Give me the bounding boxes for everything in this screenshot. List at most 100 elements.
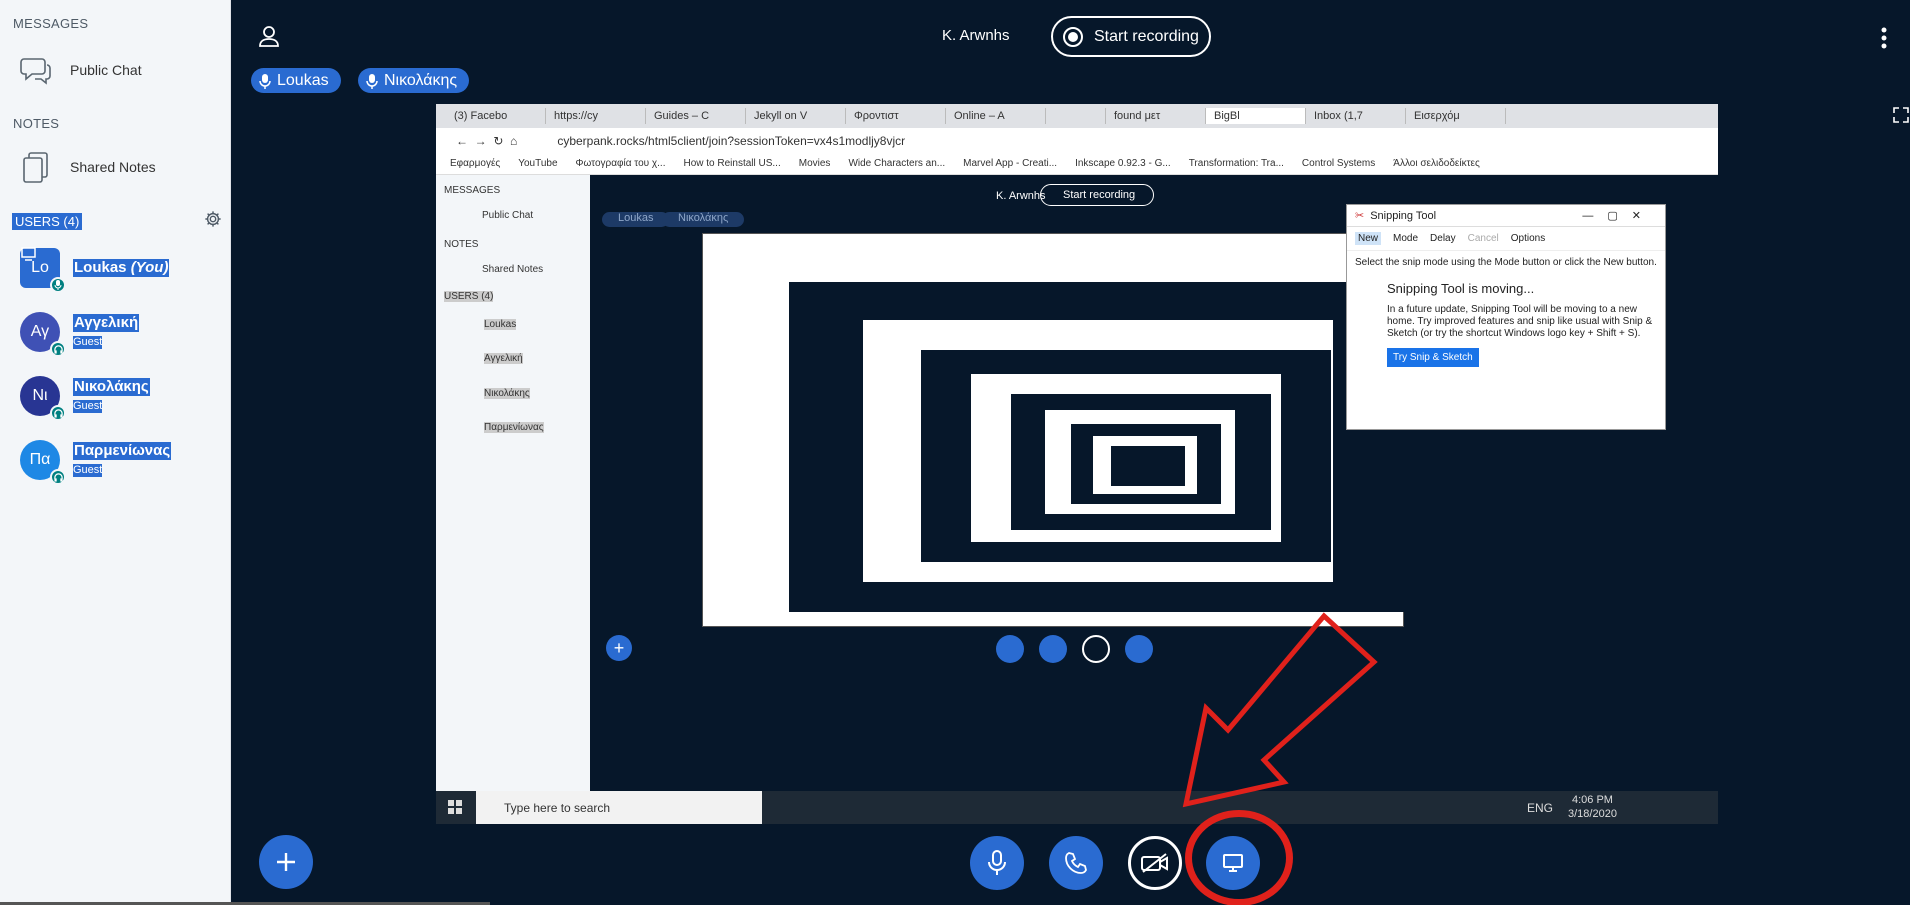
bookmark[interactable]: YouTube bbox=[518, 158, 557, 169]
bookmark[interactable]: Εφαρμογές bbox=[450, 158, 500, 169]
browser-tab[interactable]: Guides – C bbox=[646, 108, 746, 124]
user-item-nikolakis[interactable]: Νι Νικολάκης Guest bbox=[20, 376, 150, 421]
bookmark[interactable]: Wide Characters an... bbox=[848, 158, 945, 169]
nested-user: Παρμενίωνας bbox=[484, 422, 544, 433]
browser-tab[interactable]: https://cy bbox=[546, 108, 646, 124]
mode-button[interactable]: Mode bbox=[1393, 233, 1418, 244]
snipping-tool-window[interactable]: ✂ Snipping Tool —▢✕ New Mode Delay Cance… bbox=[1346, 204, 1666, 430]
nested-screen-3 bbox=[971, 374, 1281, 542]
bigbluebutton-window: MESSAGES Public Chat NOTES Shared Notes … bbox=[0, 0, 1910, 905]
headphones-icon bbox=[50, 405, 66, 421]
microphone-button[interactable] bbox=[970, 836, 1024, 890]
nested-messages-heading: MESSAGES bbox=[444, 185, 501, 196]
browser-tab[interactable]: (3) Facebo bbox=[446, 108, 546, 124]
users-header: USERS (4) bbox=[12, 210, 222, 233]
bookmark[interactable]: Transformation: Tra... bbox=[1189, 158, 1284, 169]
nested-shared-notes: Shared Notes bbox=[482, 264, 544, 275]
user-list-toggle-icon[interactable] bbox=[258, 25, 280, 52]
actions-plus-button[interactable] bbox=[259, 835, 313, 889]
browser-tab[interactable]: BigBl bbox=[1206, 108, 1306, 124]
nested-plus-button: + bbox=[606, 635, 632, 661]
browser-tab[interactable]: Φροντιστ bbox=[846, 108, 946, 124]
nested-public-chat: Public Chat bbox=[482, 210, 534, 221]
nested-screen-4 bbox=[1045, 410, 1235, 514]
nested-record-button: Start recording bbox=[1040, 184, 1154, 206]
gear-icon[interactable] bbox=[204, 210, 222, 233]
nested-screen-3-main bbox=[1011, 394, 1271, 530]
nested-screen-1 bbox=[702, 233, 1405, 627]
user-item-aggeliki[interactable]: Αγ Αγγελική Guest bbox=[20, 312, 140, 357]
delay-button[interactable]: Delay bbox=[1430, 233, 1456, 244]
microphone-icon bbox=[259, 73, 271, 89]
user-name: Παρμενίωνας bbox=[73, 442, 172, 460]
browser-tab[interactable]: Εισερχόμ bbox=[1406, 108, 1506, 124]
shared-notes-label: Shared Notes bbox=[70, 159, 156, 175]
nested-notes-heading: NOTES bbox=[444, 239, 479, 250]
scissors-icon: ✂ bbox=[1355, 210, 1365, 222]
nested-mic-button bbox=[996, 635, 1024, 663]
bookmark[interactable]: Control Systems bbox=[1302, 158, 1375, 169]
chat-icon bbox=[20, 54, 52, 86]
snipping-tool-titlebar: ✂ Snipping Tool —▢✕ bbox=[1347, 205, 1665, 227]
highlight-circle bbox=[1185, 810, 1293, 905]
cancel-button[interactable]: Cancel bbox=[1468, 233, 1499, 244]
nested-talker: Loukas bbox=[602, 212, 670, 227]
taskbar-search-text: Type here to search bbox=[504, 800, 611, 815]
nested-screen-4-main bbox=[1071, 424, 1221, 504]
avatar: Πα bbox=[20, 440, 66, 485]
taskbar-search[interactable]: Type here to search bbox=[476, 791, 762, 824]
window-controls-icon[interactable]: —▢✕ bbox=[1582, 209, 1655, 222]
snipping-tool-title: Snipping Tool bbox=[1370, 209, 1437, 222]
nested-screen-5 bbox=[1093, 436, 1197, 494]
user-role: Guest bbox=[73, 336, 103, 349]
user-name: Νικολάκης bbox=[73, 378, 150, 396]
video-button[interactable] bbox=[1128, 836, 1182, 890]
clock: 4:06 PM 3/18/2020 bbox=[1568, 794, 1617, 820]
browser-tab[interactable]: found μετ bbox=[1106, 108, 1206, 124]
shared-notes-item[interactable]: Shared Notes bbox=[20, 151, 156, 183]
public-chat-item[interactable]: Public Chat bbox=[20, 54, 142, 86]
microphone-icon bbox=[366, 73, 378, 89]
bookmark[interactable]: How to Reinstall US... bbox=[683, 158, 780, 169]
phone-button[interactable] bbox=[1049, 836, 1103, 890]
record-icon bbox=[1063, 26, 1083, 47]
moving-title: Snipping Tool is moving... bbox=[1387, 281, 1535, 296]
browser-tab[interactable]: Online – A bbox=[946, 108, 1046, 124]
microphone-icon bbox=[988, 850, 1006, 875]
start-recording-button[interactable]: Start recording bbox=[1051, 16, 1211, 57]
talking-indicator-nikolakis: Νικολάκης bbox=[358, 68, 470, 93]
bookmark[interactable]: Φωτογραφία του χ... bbox=[576, 158, 666, 169]
microphone-icon bbox=[50, 277, 66, 293]
user-name: Αγγελική bbox=[73, 314, 140, 332]
nested-user: Loukas bbox=[484, 319, 517, 330]
bookmark[interactable]: Άλλοι σελιδοδείκτες bbox=[1393, 158, 1480, 169]
bookmark[interactable]: Marvel App - Creati... bbox=[963, 158, 1057, 169]
user-name: Loukas (You) bbox=[73, 259, 170, 277]
user-role: Guest bbox=[73, 464, 103, 477]
bookmark[interactable]: Inkscape 0.92.3 - G... bbox=[1075, 158, 1171, 169]
browser-tab[interactable]: Jekyll on V bbox=[746, 108, 846, 124]
fullscreen-icon[interactable] bbox=[1893, 107, 1909, 128]
language-indicator: ENG bbox=[1527, 800, 1554, 815]
browser-tab-strip: (3) Facebo https://cy Guides – C Jekyll … bbox=[436, 104, 1718, 128]
bookmarks-bar: Εφαρμογές YouTube Φωτογραφία του χ... Ho… bbox=[436, 153, 1718, 175]
browser-tab[interactable]: Inbox (1,7 bbox=[1306, 108, 1406, 124]
user-item-parmenionas[interactable]: Πα Παρμενίωνας Guest bbox=[20, 440, 172, 485]
new-button[interactable]: New bbox=[1355, 232, 1382, 245]
browser-tab[interactable] bbox=[1046, 108, 1106, 124]
nested-presenter: K. Arwnhs bbox=[996, 190, 1046, 202]
try-snip-sketch-button[interactable]: Try Snip & Sketch bbox=[1387, 348, 1479, 367]
windows-start-icon[interactable] bbox=[448, 800, 462, 817]
address-bar[interactable]: ← → ↻ ⌂ cyberpank.rocks/html5client/join… bbox=[436, 128, 1718, 153]
avatar: Lo bbox=[20, 247, 66, 293]
user-item-loukas[interactable]: Lo Loukas (You) bbox=[20, 247, 170, 293]
presenter-icon bbox=[21, 247, 36, 261]
nested-users-heading: USERS (4) bbox=[444, 291, 494, 302]
more-options-icon[interactable] bbox=[1880, 26, 1888, 55]
bookmark[interactable]: Movies bbox=[799, 158, 831, 169]
user-role: Guest bbox=[73, 400, 103, 413]
nested-screen-1-main bbox=[789, 282, 1405, 612]
annotation-arrow bbox=[1182, 612, 1378, 808]
url-text: cyberpank.rocks/html5client/join?session… bbox=[557, 133, 906, 148]
options-button[interactable]: Options bbox=[1511, 233, 1545, 244]
